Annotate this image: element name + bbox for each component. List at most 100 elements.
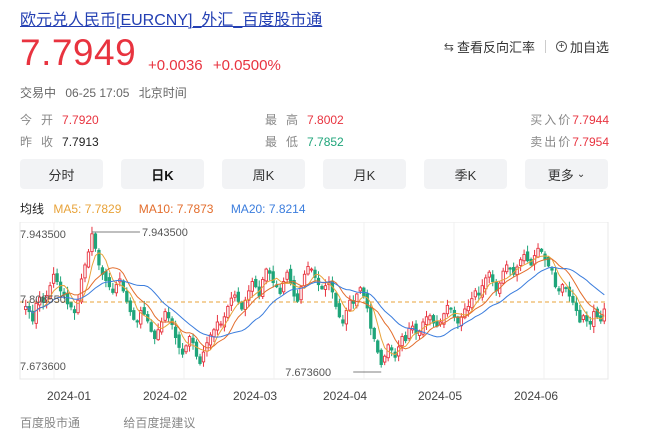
stat-bid-label: 买入价 bbox=[530, 113, 573, 127]
x-axis-label: 2024-02 bbox=[143, 389, 187, 403]
candle-body bbox=[564, 287, 568, 290]
footer-source[interactable]: 百度股市通 bbox=[20, 416, 80, 430]
candle-body bbox=[142, 307, 146, 315]
candle-body bbox=[501, 270, 505, 284]
page-title[interactable]: 欧元兑人民币[EURCNY]_外汇_百度股市通 bbox=[20, 6, 322, 30]
candle-body bbox=[229, 297, 234, 306]
candle-body bbox=[83, 264, 87, 279]
candle-body bbox=[153, 330, 157, 340]
ma20-value: MA20: 7.8214 bbox=[230, 202, 306, 216]
candle-body bbox=[104, 271, 108, 281]
ma5-value: MA5: 7.7829 bbox=[53, 202, 122, 216]
tab-quarterly-k[interactable]: 季K bbox=[424, 159, 507, 189]
swap-icon: ⇆ bbox=[443, 39, 454, 54]
candle-body bbox=[449, 307, 453, 310]
candle-body bbox=[51, 273, 56, 284]
candle-body bbox=[264, 268, 268, 282]
candle-body bbox=[125, 290, 129, 302]
plus-circle-icon: + bbox=[555, 41, 567, 52]
action-divider bbox=[544, 40, 546, 53]
candle-body bbox=[334, 292, 338, 307]
candlestick-chart[interactable]: 7.943500 7.808550 7.673600 7.943500 7.673600… bbox=[0, 222, 647, 412]
candle-body bbox=[72, 309, 77, 314]
candle-body bbox=[585, 315, 589, 322]
x-axis-label: 2024-06 bbox=[514, 389, 558, 403]
add-watchlist-label: 加自选 bbox=[569, 40, 609, 55]
candle-body bbox=[177, 334, 181, 348]
candle-body bbox=[76, 299, 80, 314]
current-price: 7.7949 bbox=[20, 32, 137, 73]
candle-body bbox=[428, 315, 432, 321]
candle-body bbox=[578, 309, 582, 323]
candle-body bbox=[491, 274, 495, 282]
candle-body bbox=[536, 247, 540, 258]
stat-bid: 买入价7.7944 bbox=[530, 111, 609, 128]
stat-ask-label: 卖出价 bbox=[530, 135, 573, 149]
candle-body bbox=[574, 302, 579, 312]
status-timezone: 北京时间 bbox=[138, 86, 187, 100]
y-axis-label: 7.943500 bbox=[20, 229, 66, 241]
tab-more[interactable]: 更多 ⌄ bbox=[525, 159, 608, 189]
candle-body bbox=[111, 288, 115, 293]
candle-body bbox=[487, 271, 491, 278]
candle-body bbox=[403, 335, 408, 342]
chart-frame bbox=[19, 222, 609, 380]
candle-body bbox=[191, 337, 195, 344]
candle-body bbox=[236, 291, 240, 302]
stat-prev-close-value: 7.7913 bbox=[62, 135, 99, 149]
candle-body bbox=[522, 254, 526, 262]
add-watchlist-button[interactable]: + 加自选 bbox=[555, 37, 609, 56]
candle-body bbox=[268, 270, 272, 274]
footer-feedback[interactable]: 给百度提建议 bbox=[123, 416, 195, 430]
status-state: 交易中 bbox=[20, 86, 57, 100]
candle-body bbox=[93, 233, 98, 249]
candle-body bbox=[271, 271, 275, 284]
tab-intraday[interactable]: 分时 bbox=[20, 159, 103, 189]
stat-prev-close-label: 昨收 bbox=[20, 135, 63, 149]
candle-body bbox=[505, 264, 509, 273]
candle-body bbox=[198, 356, 202, 364]
reverse-rate-button[interactable]: ⇆ 查看反向汇率 bbox=[444, 37, 535, 56]
candle-body bbox=[553, 272, 558, 288]
candle-body bbox=[400, 336, 404, 347]
candle-body bbox=[470, 298, 474, 309]
stat-low-label: 最低 bbox=[265, 135, 308, 149]
stat-ask-value: 7.7954 bbox=[572, 135, 609, 149]
candle-body bbox=[69, 302, 73, 308]
candle-body bbox=[379, 349, 383, 365]
candle-body bbox=[55, 273, 59, 282]
candle-body bbox=[156, 329, 160, 341]
tab-weekly-k[interactable]: 周K bbox=[222, 159, 305, 189]
change-percent: +0.0500% bbox=[212, 57, 281, 74]
candle-body bbox=[344, 310, 349, 325]
tab-daily-k[interactable]: 日K bbox=[121, 159, 204, 189]
candle-body bbox=[135, 320, 139, 323]
candle-body bbox=[250, 281, 254, 292]
candle-body bbox=[477, 292, 481, 296]
candle-body bbox=[484, 277, 488, 290]
candle-body bbox=[372, 327, 376, 340]
x-axis-label: 2024-04 bbox=[323, 389, 367, 403]
candle-body bbox=[581, 315, 585, 320]
stat-low-value: 7.7852 bbox=[307, 135, 344, 149]
candle-body bbox=[557, 288, 561, 292]
candle-body bbox=[240, 301, 244, 310]
candle-body bbox=[163, 311, 167, 321]
candle-body bbox=[254, 278, 258, 288]
candle-body bbox=[383, 355, 387, 363]
tab-monthly-k[interactable]: 月K bbox=[323, 159, 406, 189]
candle-body bbox=[215, 321, 220, 331]
candle-body bbox=[219, 323, 223, 326]
trading-status: 交易中 06-25 17:05 北京时间 bbox=[20, 84, 193, 101]
candle-body bbox=[508, 267, 512, 270]
candle-body bbox=[560, 284, 565, 293]
y-axis-label: 7.673600 bbox=[20, 361, 66, 373]
stat-low: 最低7.7852 bbox=[265, 133, 344, 150]
candle-body bbox=[90, 233, 94, 253]
candle-body bbox=[571, 295, 575, 303]
candle-body bbox=[132, 310, 136, 320]
candle-body bbox=[86, 251, 91, 268]
stat-open: 今开7.7920 bbox=[20, 111, 99, 128]
candle-body bbox=[278, 287, 282, 294]
stat-bid-value: 7.7944 bbox=[572, 113, 609, 127]
